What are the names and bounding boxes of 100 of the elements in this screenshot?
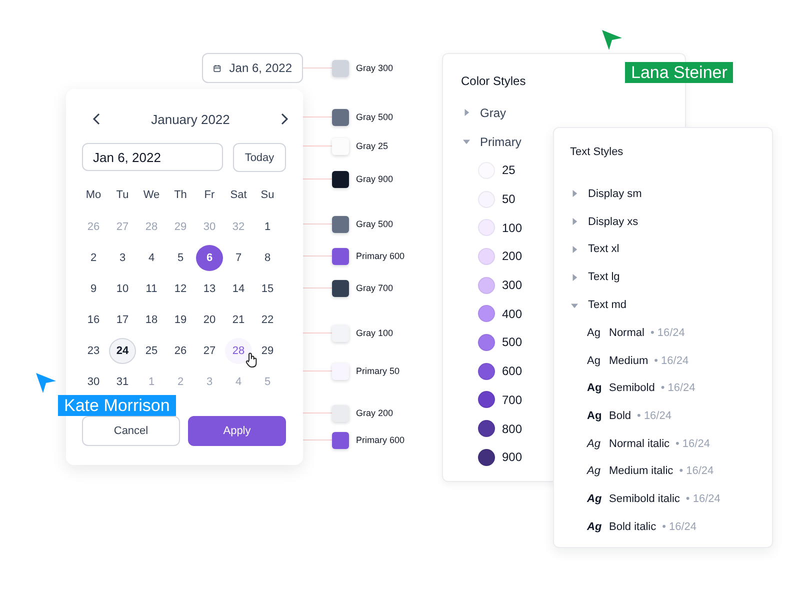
shade-label: 300 (502, 278, 522, 292)
style-name[interactable]: Medium italic (609, 465, 674, 478)
collapsed-caret-icon[interactable] (463, 109, 470, 116)
style-spec: • 16/24 (676, 438, 710, 450)
collapsed-caret-icon[interactable] (571, 274, 578, 281)
calendar-day[interactable]: 2 (80, 244, 107, 270)
calendar-day[interactable]: 21 (225, 306, 252, 332)
expanded-caret-icon[interactable] (463, 138, 470, 145)
style-group-label[interactable]: Text xl (588, 243, 620, 256)
calendar-day[interactable]: 27 (196, 338, 223, 364)
swatch-label: Gray 200 (356, 408, 394, 418)
calendar-day[interactable]: 16 (80, 306, 107, 332)
swatch-label: Gray 300 (356, 63, 394, 73)
swatch-label: Gray 500 (356, 112, 394, 122)
collaborator-name-tag: Lana Steiner (625, 62, 734, 83)
hand-cursor-icon (245, 352, 259, 368)
style-group-label[interactable]: Text lg (588, 271, 620, 284)
style-name[interactable]: Medium (609, 354, 648, 367)
calendar-day[interactable]: 8 (254, 244, 281, 270)
type-sample: Ag (587, 438, 602, 450)
collaborator-name-tag: Kate Morrison (58, 395, 176, 416)
style-group-label[interactable]: Display xs (588, 216, 638, 228)
date-picker-button[interactable]: Jan 6, 2022 (202, 53, 303, 83)
calendar-day[interactable]: 17 (109, 306, 136, 332)
calendar-day[interactable]: 24 (109, 338, 136, 364)
date-text: Jan 6, 2022 (229, 61, 292, 75)
date-input-field[interactable]: Jan 6, 2022 (82, 143, 223, 171)
calendar-day[interactable]: 23 (80, 338, 107, 364)
weekday-label: Sat (229, 188, 248, 203)
collapsed-caret-icon[interactable] (571, 246, 578, 253)
swatch-label: Gray 700 (356, 283, 394, 293)
shade-label: 500 (502, 335, 522, 350)
shade-label: 100 (502, 220, 522, 235)
style-spec: • 16/24 (660, 382, 696, 394)
style-spec: • 16/24 (637, 410, 672, 422)
calendar-day[interactable]: 7 (225, 244, 252, 270)
weekday-label: We (142, 188, 161, 203)
type-sample: Ag (587, 382, 603, 394)
calendar-day[interactable]: 9 (80, 276, 107, 302)
calendar-day[interactable]: 4 (138, 244, 165, 270)
today-button[interactable]: Today (233, 143, 286, 172)
apply-button[interactable]: Apply (188, 416, 286, 446)
style-name[interactable]: Normal (609, 326, 644, 339)
calendar-day[interactable]: 28 (225, 338, 252, 364)
style-group-label[interactable]: Display sm (588, 188, 642, 200)
calendar-day[interactable]: 15 (254, 276, 281, 302)
calendar-day[interactable]: 5 (167, 244, 194, 270)
swatch-label: Primary 600 (356, 251, 405, 261)
shade-label: 600 (502, 364, 522, 378)
style-name[interactable]: Semibold (609, 382, 655, 394)
calendar-day[interactable]: 30 (80, 368, 107, 394)
swatch-label: Primary 50 (356, 366, 400, 376)
swatch-label: Gray 25 (356, 141, 388, 151)
style-spec: • 16/24 (686, 492, 720, 505)
style-spec: • 16/24 (662, 520, 697, 533)
calendar-day[interactable]: 13 (196, 276, 223, 302)
style-name[interactable]: Semibold italic (609, 492, 680, 505)
calendar-day[interactable]: 19 (167, 306, 194, 332)
calendar-day[interactable]: 3 (109, 244, 136, 270)
next-month-icon[interactable] (279, 113, 289, 125)
style-group-label[interactable]: Text md (588, 299, 627, 312)
style-name[interactable]: Normal italic (609, 438, 670, 450)
calendar-day[interactable]: 22 (254, 306, 281, 332)
type-sample: Ag (587, 492, 603, 505)
weekday-label: Mo (84, 188, 102, 203)
previous-month-icon[interactable] (92, 113, 102, 125)
shade-label: 200 (502, 249, 522, 264)
style-name[interactable]: Bold (609, 410, 632, 422)
swatch-label: Gray 100 (356, 328, 394, 338)
shade-label: 25 (502, 163, 516, 178)
group-label[interactable]: Gray (480, 106, 506, 120)
swatch-label: Gray 500 (356, 219, 394, 229)
month-title: January 2022 (151, 112, 230, 126)
cancel-button[interactable]: Cancel (82, 416, 180, 446)
weekday-label: Th (173, 188, 188, 203)
calendar-day[interactable]: 25 (138, 338, 165, 364)
calendar-day[interactable]: 18 (138, 306, 165, 332)
calendar-day[interactable]: 1 (254, 214, 281, 240)
panel-title: Text Styles (570, 146, 624, 158)
style-name[interactable]: Bold italic (609, 520, 656, 533)
style-spec: • 16/24 (654, 354, 689, 367)
calendar-day[interactable]: 20 (196, 306, 223, 332)
weekday-label: Fr (203, 188, 216, 203)
calendar-day[interactable]: 26 (167, 338, 194, 364)
type-sample: Ag (587, 326, 602, 339)
style-spec: • 16/24 (679, 465, 714, 478)
shade-label: 900 (502, 450, 522, 464)
calendar-day[interactable]: 31 (109, 368, 136, 394)
group-label[interactable]: Primary (480, 134, 522, 148)
expanded-caret-icon[interactable] (571, 302, 578, 309)
calendar-day[interactable]: 14 (225, 276, 252, 302)
weekday-label: Tu (115, 188, 130, 203)
collapsed-caret-icon[interactable] (571, 218, 578, 226)
panel-title: Color Styles (461, 74, 526, 88)
calendar-day[interactable]: 6 (196, 244, 223, 270)
calendar-day[interactable]: 10 (109, 276, 136, 302)
calendar-day[interactable]: 11 (138, 276, 165, 302)
calendar-day[interactable]: 12 (167, 276, 194, 302)
collapsed-caret-icon[interactable] (571, 190, 578, 198)
shade-label: 50 (502, 192, 516, 206)
